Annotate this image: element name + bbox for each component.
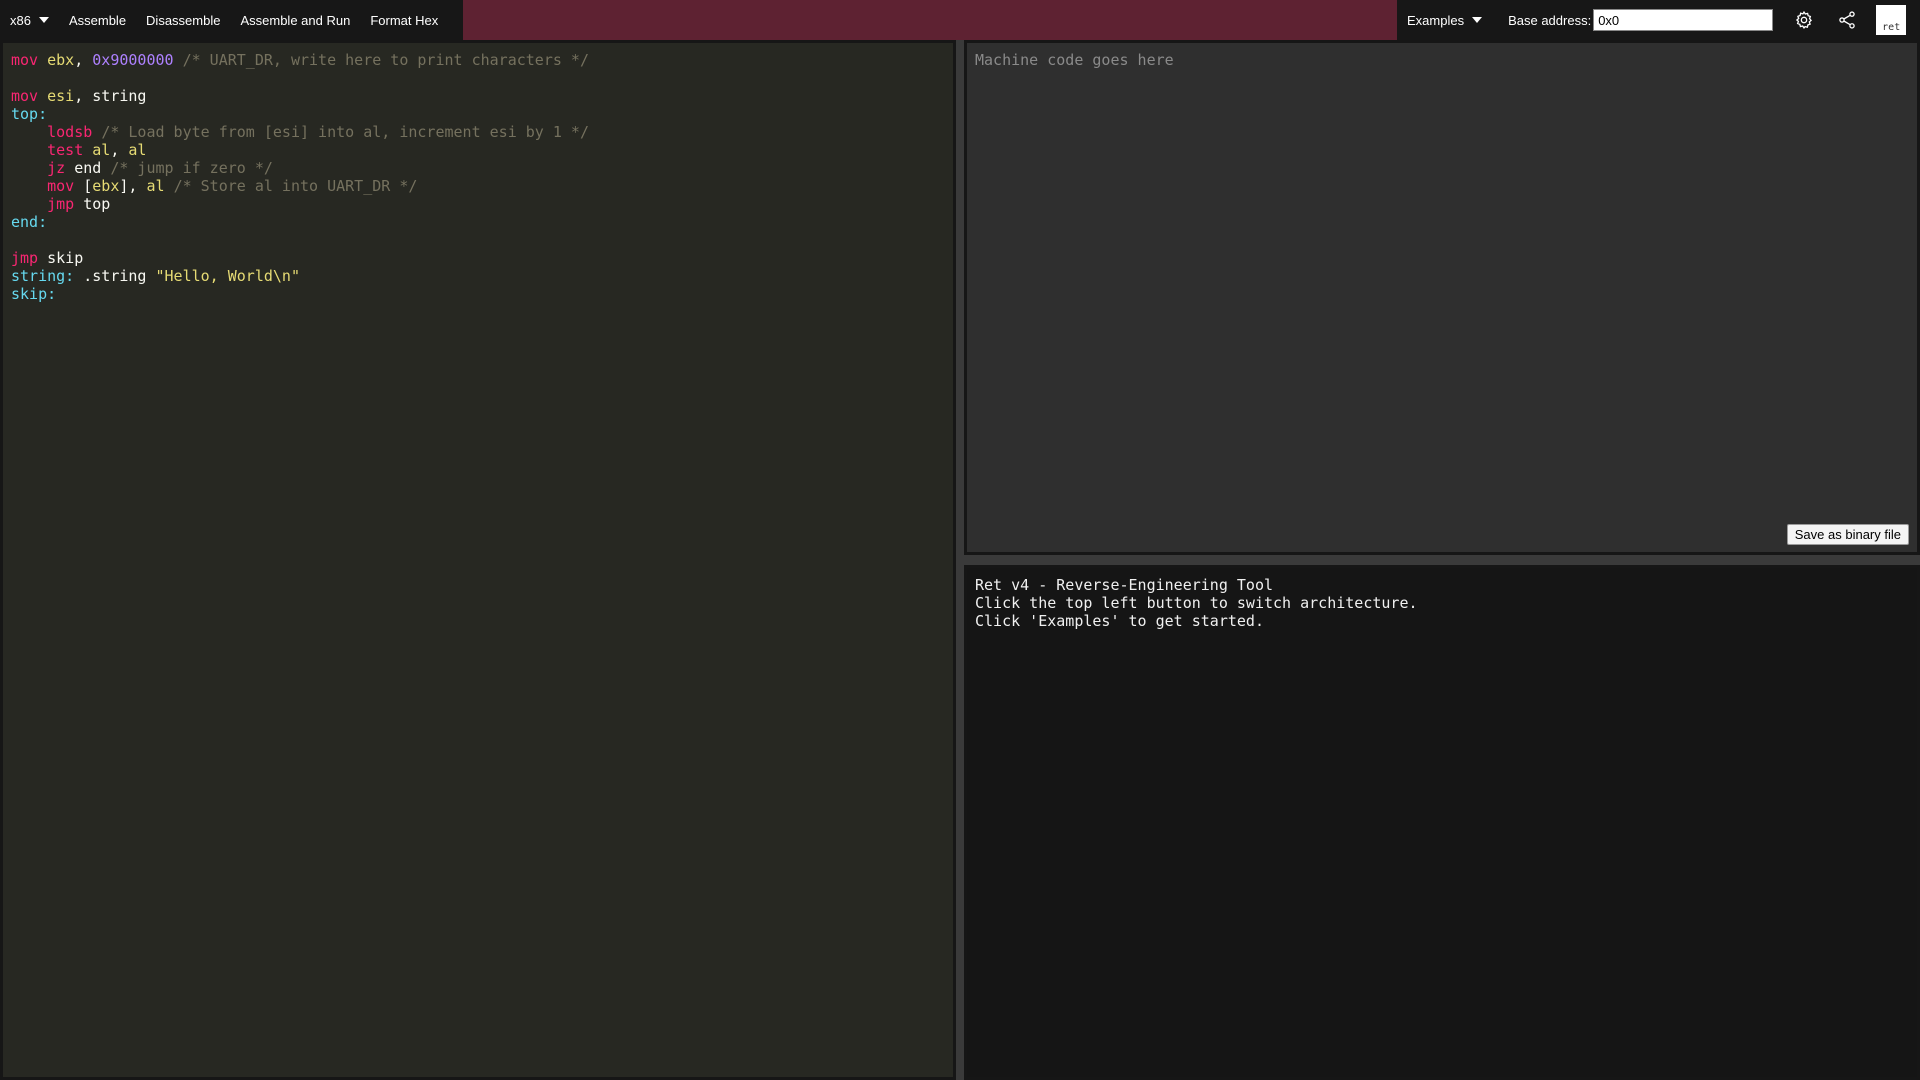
code-token: al	[146, 177, 165, 195]
code-token: top	[74, 195, 111, 213]
code-line: mov [ebx], al /* Store al into UART_DR *…	[11, 177, 945, 195]
assemble-and-run-button[interactable]: Assemble and Run	[230, 0, 360, 40]
horizontal-splitter[interactable]	[964, 555, 1920, 565]
code-token: /* UART_DR, write here to print characte…	[182, 51, 589, 69]
code-token: /* Load byte from [esi] into al, increme…	[101, 123, 589, 141]
console-text: Ret v4 - Reverse-Engineering Tool Click t…	[967, 568, 1917, 638]
caret-down-icon	[1472, 17, 1483, 23]
code-line: lodsb /* Load byte from [esi] into al, i…	[11, 123, 945, 141]
machine-code-panel: Save as binary file	[964, 40, 1920, 555]
code-token: [	[74, 177, 93, 195]
code-line: top:	[11, 105, 945, 123]
toolbar-accent-band	[463, 0, 1397, 40]
code-token: top:	[11, 105, 48, 123]
console-line: Click 'Examples' to get started.	[975, 612, 1264, 630]
code-line: jmp top	[11, 195, 945, 213]
logo-text: ret	[1882, 22, 1901, 33]
code-token: ,	[74, 51, 93, 69]
code-token: mov	[11, 87, 39, 105]
console-line: Click the top left button to switch arch…	[975, 594, 1418, 612]
code-token: end:	[11, 213, 48, 231]
settings-button[interactable]	[1790, 6, 1818, 34]
code-line: skip:	[11, 285, 945, 303]
code-line: string: .string "Hello, World\n"	[11, 267, 945, 285]
code-token: skip	[38, 249, 84, 267]
code-line: end:	[11, 213, 945, 231]
code-token: al	[128, 141, 147, 159]
code-token: 0x9000000	[92, 51, 174, 69]
code-token: /* Store al into UART_DR */	[173, 177, 418, 195]
code-token: jz	[47, 159, 66, 177]
caret-down-icon	[38, 17, 49, 23]
machine-code-input[interactable]	[967, 43, 1917, 552]
vertical-splitter[interactable]	[956, 40, 964, 1080]
share-button[interactable]	[1833, 6, 1861, 34]
examples-label: Examples	[1407, 12, 1465, 28]
code-token: end	[65, 159, 111, 177]
disassemble-button[interactable]: Disassemble	[136, 0, 230, 40]
assembly-code[interactable]: mov ebx, 0x9000000 /* UART_DR, write her…	[3, 43, 953, 311]
code-token: mov	[11, 51, 39, 69]
code-token: ],	[119, 177, 147, 195]
code-line: jz end /* jump if zero */	[11, 159, 945, 177]
code-line: mov ebx, 0x9000000 /* UART_DR, write her…	[11, 51, 945, 69]
code-token: /* jump if zero */	[110, 159, 273, 177]
code-token: , string	[74, 87, 147, 105]
code-token: jmp	[47, 195, 75, 213]
code-token: "Hello, World\n"	[155, 267, 301, 285]
code-token: ebx	[47, 51, 75, 69]
output-console: Ret v4 - Reverse-Engineering Tool Click t…	[964, 565, 1920, 1080]
code-token: test	[47, 141, 84, 159]
toolbar-right: Examples Base address: ret	[1397, 0, 1920, 40]
examples-dropdown[interactable]: Examples	[1397, 0, 1492, 40]
base-address-input[interactable]	[1593, 9, 1774, 31]
code-line: test al, al	[11, 141, 945, 159]
assemble-button[interactable]: Assemble	[59, 0, 136, 40]
code-token: ebx	[92, 177, 120, 195]
save-binary-button[interactable]: Save as binary file	[1786, 524, 1909, 545]
format-hex-button[interactable]: Format Hex	[360, 0, 448, 40]
code-token: mov	[47, 177, 75, 195]
console-line: Ret v4 - Reverse-Engineering Tool	[975, 576, 1274, 594]
top-toolbar: x86 Assemble Disassemble Assemble and Ru…	[0, 0, 1920, 40]
code-line: mov esi, string	[11, 87, 945, 105]
architecture-label: x86	[10, 12, 31, 28]
code-token: string:	[11, 267, 75, 285]
code-line: jmp skip	[11, 249, 945, 267]
code-token: al	[92, 141, 111, 159]
toolbar-left: x86 Assemble Disassemble Assemble and Ru…	[0, 0, 448, 40]
code-token: ,	[110, 141, 129, 159]
assembly-editor[interactable]: mov ebx, 0x9000000 /* UART_DR, write her…	[0, 40, 956, 1080]
architecture-dropdown[interactable]: x86	[0, 0, 59, 40]
code-token: skip:	[11, 285, 57, 303]
code-token: lodsb	[47, 123, 93, 141]
ret-logo: ret	[1876, 5, 1907, 35]
code-token: esi	[47, 87, 75, 105]
base-address-label: Base address:	[1508, 12, 1592, 28]
share-icon	[1839, 11, 1855, 29]
code-token: .string	[74, 267, 156, 285]
gear-icon	[1796, 10, 1813, 30]
code-token: jmp	[11, 249, 39, 267]
